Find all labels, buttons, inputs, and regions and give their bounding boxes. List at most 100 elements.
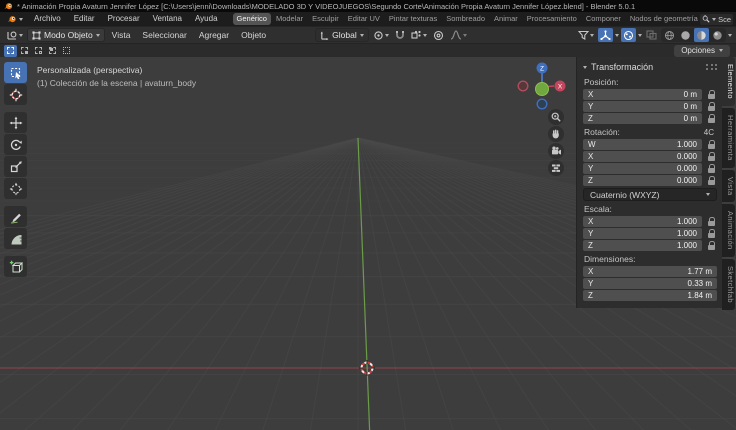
- lock-icon[interactable]: [706, 229, 717, 238]
- rotation-mode-badge[interactable]: 4C: [704, 128, 714, 137]
- position-z-field[interactable]: Z0 m: [583, 113, 702, 124]
- select-mode-intersect-button[interactable]: [60, 44, 73, 57]
- workspace-tab-esculpir[interactable]: Esculpir: [308, 13, 343, 25]
- snap-target-dropdown[interactable]: [409, 28, 429, 42]
- scene-name: Sce: [718, 14, 731, 24]
- lock-icon[interactable]: [706, 90, 717, 99]
- rotation-z-row: Z 0.000: [583, 175, 717, 186]
- rotation-mode-dropdown[interactable]: Cuaternio (WXYZ): [583, 188, 717, 201]
- select-mode-invert-button[interactable]: [46, 44, 59, 57]
- scale-z-field[interactable]: Z 1.000: [583, 240, 702, 251]
- app-menu-button[interactable]: [3, 13, 27, 25]
- tool-transform[interactable]: [4, 178, 27, 199]
- rotation-y-field[interactable]: Y 0.000: [583, 163, 702, 174]
- tab-sketchfab[interactable]: Sketchfab: [722, 258, 735, 310]
- lock-icon[interactable]: [706, 152, 717, 161]
- gizmos-dropdown-chevron[interactable]: [615, 33, 619, 37]
- rotation-x-row: X 0.000: [583, 151, 717, 162]
- proportional-editing-toggle[interactable]: [431, 28, 446, 42]
- position-x-field[interactable]: X0 m: [583, 89, 702, 100]
- select-mode-extend-button[interactable]: [18, 44, 31, 57]
- grip-icon[interactable]: [706, 64, 717, 70]
- tool-annotate[interactable]: [4, 206, 27, 227]
- tool-scale[interactable]: [4, 156, 27, 177]
- tab-herramienta[interactable]: Herramienta: [722, 107, 735, 168]
- overlays-dropdown-chevron[interactable]: [638, 33, 642, 37]
- panel-header[interactable]: Transformación: [583, 60, 717, 74]
- tool-add-cube[interactable]: [4, 256, 27, 277]
- menu-ayuda[interactable]: Ayuda: [189, 13, 224, 25]
- workspace-tab-pintar-texturas[interactable]: Pintar texturas: [385, 13, 441, 25]
- menu-archivo[interactable]: Archivo: [28, 13, 67, 25]
- workspace-tab-procesamiento[interactable]: Procesamiento: [523, 13, 581, 25]
- scene-selector[interactable]: Sce: [700, 13, 733, 25]
- gizmos-toggle[interactable]: [598, 28, 613, 42]
- tool-move[interactable]: [4, 112, 27, 133]
- camera-view-button[interactable]: [548, 143, 564, 159]
- menu-agregar[interactable]: Agregar: [194, 28, 234, 42]
- workspace-tab-modelar[interactable]: Modelar: [272, 13, 307, 25]
- mode-dropdown[interactable]: Modo Objeto: [27, 28, 105, 42]
- select-mode-subtract-button[interactable]: [32, 44, 45, 57]
- rotation-z-field[interactable]: Z 0.000: [583, 175, 702, 186]
- options-button[interactable]: Opciones: [674, 44, 730, 57]
- workspace-tab-componer[interactable]: Componer: [582, 13, 625, 25]
- perspective-toggle-button[interactable]: [548, 160, 564, 176]
- lock-icon[interactable]: [706, 241, 717, 250]
- overlays-toggle[interactable]: [621, 28, 636, 42]
- lock-icon[interactable]: [706, 217, 717, 226]
- lock-icon[interactable]: [706, 176, 717, 185]
- viewport-nav-buttons: [548, 109, 564, 176]
- tool-rotate[interactable]: [4, 134, 27, 155]
- lock-icon[interactable]: [706, 114, 717, 123]
- gizmo-x-label: X: [558, 83, 563, 90]
- workspace-tab-sombreado[interactable]: Sombreado: [442, 13, 489, 25]
- navigation-gizmo[interactable]: Z X: [516, 58, 566, 116]
- xray-toggle[interactable]: [644, 28, 659, 42]
- menu-vista[interactable]: Vista: [107, 28, 136, 42]
- dimensions-y-field[interactable]: Y 0.33 m: [583, 278, 717, 289]
- tab-elemento[interactable]: Elemento: [722, 57, 735, 106]
- tab-animacion[interactable]: Animación: [722, 204, 735, 257]
- editor-type-button[interactable]: [4, 28, 25, 42]
- tab-vista[interactable]: Vista: [722, 169, 735, 203]
- lock-icon[interactable]: [706, 164, 717, 173]
- shading-material-button[interactable]: [694, 28, 709, 42]
- menu-procesar[interactable]: Procesar: [102, 13, 146, 25]
- tool-select-box[interactable]: [4, 62, 27, 83]
- tool-cursor[interactable]: [4, 84, 27, 105]
- scale-x-field[interactable]: X 1.000: [583, 216, 702, 227]
- menu-ventana[interactable]: Ventana: [147, 13, 188, 25]
- pan-button[interactable]: [548, 126, 564, 142]
- menu-seleccionar[interactable]: Seleccionar: [137, 28, 191, 42]
- workspace-tab-animar[interactable]: Animar: [490, 13, 522, 25]
- tool-measure[interactable]: [4, 228, 27, 249]
- proportional-falloff-dropdown[interactable]: [448, 28, 469, 42]
- transform-orientation-dropdown[interactable]: Global: [315, 28, 369, 42]
- chevron-down-icon: [359, 33, 364, 37]
- scale-y-field[interactable]: Y 1.000: [583, 228, 702, 239]
- rotation-w-field[interactable]: W 1.000: [583, 139, 702, 150]
- lock-icon[interactable]: [706, 102, 717, 111]
- workspace-tab-generico[interactable]: Genérico: [232, 13, 271, 25]
- shading-rendered-button[interactable]: [710, 28, 725, 42]
- object-visibility-dropdown[interactable]: [576, 28, 596, 42]
- position-y-field[interactable]: Y0 m: [583, 101, 702, 112]
- lock-icon[interactable]: [706, 140, 717, 149]
- dimensions-x-field[interactable]: X 1.77 m: [583, 266, 717, 277]
- rotation-label: Rotación:: [584, 127, 620, 137]
- select-mode-set-button[interactable]: [4, 44, 17, 57]
- shading-solid-button[interactable]: [678, 28, 693, 42]
- viewport-3d[interactable]: Personalizada (perspectiva) (1) Colecció…: [0, 57, 736, 430]
- menu-editar[interactable]: Editar: [68, 13, 101, 25]
- shading-wireframe-button[interactable]: [662, 28, 677, 42]
- shading-dropdown-chevron[interactable]: [728, 33, 732, 37]
- zoom-button[interactable]: [548, 109, 564, 125]
- rotation-x-field[interactable]: X 0.000: [583, 151, 702, 162]
- snap-toggle[interactable]: [393, 28, 407, 42]
- workspace-tab-editar-uv[interactable]: Editar UV: [344, 13, 384, 25]
- menu-objeto[interactable]: Objeto: [236, 28, 271, 42]
- dimensions-z-field[interactable]: Z 1.84 m: [583, 290, 717, 301]
- workspace-tab-nodos-geometria[interactable]: Nodos de geometría: [626, 13, 699, 25]
- pivot-point-dropdown[interactable]: [371, 28, 391, 42]
